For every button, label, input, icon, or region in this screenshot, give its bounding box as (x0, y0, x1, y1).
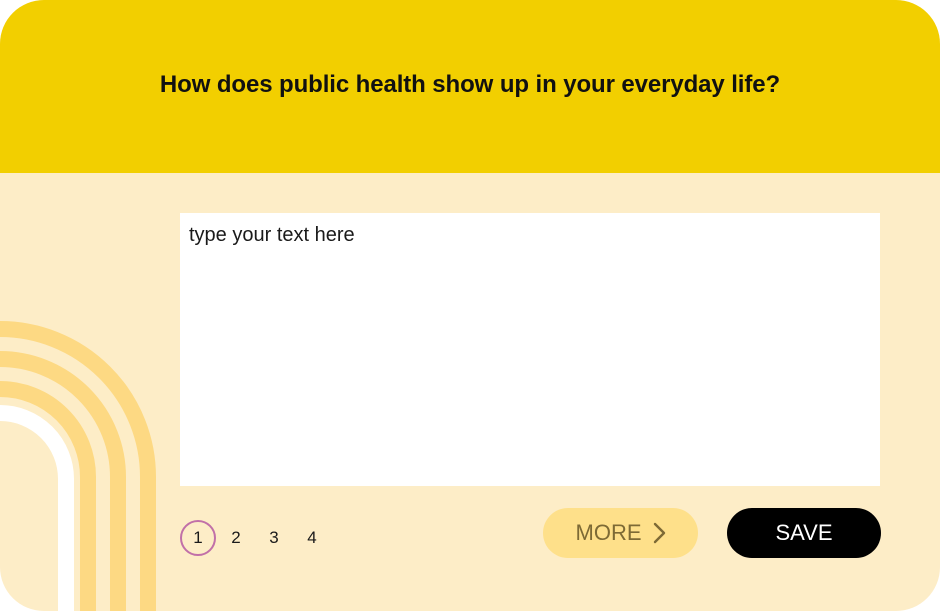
question-header: How does public health show up in your e… (0, 0, 940, 173)
more-button[interactable]: MORE (543, 508, 698, 558)
save-button-label: SAVE (775, 520, 833, 545)
page-1-button[interactable]: 1 (180, 520, 216, 556)
page-3-button[interactable]: 3 (256, 520, 292, 556)
save-button[interactable]: SAVE (727, 508, 881, 558)
more-button-label: MORE (575, 520, 642, 545)
page-4-button[interactable]: 4 (294, 520, 330, 556)
pagination: 1 2 3 4 (180, 520, 332, 556)
question-card: How does public health show up in your e… (0, 0, 940, 611)
question-title: How does public health show up in your e… (159, 70, 781, 98)
arch-white (0, 405, 74, 611)
answer-textarea[interactable] (180, 213, 880, 486)
page-2-button[interactable]: 2 (218, 520, 254, 556)
chevron-right-icon (653, 522, 665, 544)
rainbow-arches-decoration (0, 321, 156, 611)
